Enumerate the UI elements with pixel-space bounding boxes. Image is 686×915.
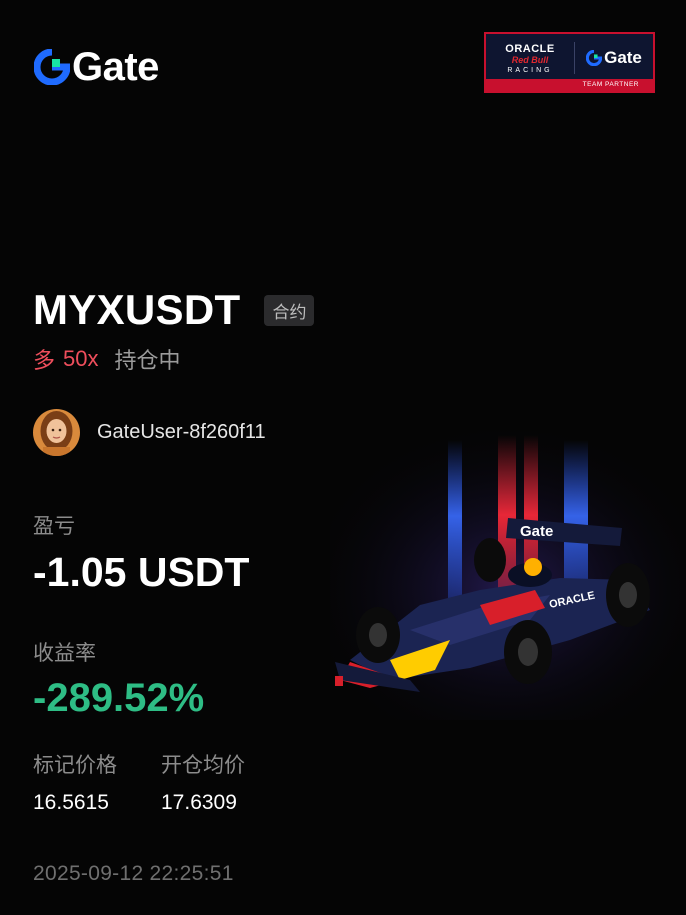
entry-price-label: 开仓均价 — [161, 754, 245, 777]
username: GateUser-8f260f11 — [97, 421, 266, 443]
position-info-row: 多 50x 持仓中 — [33, 343, 181, 375]
redbull-racing-logo: ORACLE Red Bull RACING — [486, 41, 574, 75]
roi-label: 收益率 — [33, 642, 96, 665]
team-partner-strip: TEAM PARTNER — [486, 79, 653, 91]
leverage: 50x — [63, 346, 99, 371]
pnl-label: 盈亏 — [33, 515, 75, 538]
team-partner-badge: ORACLE Red Bull RACING Gate TEAM PARTNER — [484, 32, 655, 93]
gate-logo: Gate — [34, 47, 159, 87]
redbull-text: Red Bull — [511, 54, 549, 65]
entry-price-block: 开仓均价 17.6309 — [161, 749, 245, 815]
gate-small-icon — [586, 49, 603, 66]
brand-name: Gate — [72, 45, 159, 89]
oracle-text: ORACLE — [505, 42, 555, 55]
partner-brand-name: Gate — [604, 47, 642, 67]
svg-text:Gate: Gate — [520, 523, 553, 540]
contract-symbol: MYXUSDT — [33, 286, 241, 333]
avatar-image — [33, 409, 80, 456]
symbol-row: MYXUSDT 合约 — [33, 286, 315, 334]
user-row: GateUser-8f260f11 — [33, 409, 266, 456]
mark-price-value: 16.5615 — [33, 791, 109, 814]
mark-price-block: 标记价格 16.5615 — [33, 749, 117, 815]
gate-logo-icon — [34, 49, 70, 85]
racing-text: RACING — [507, 66, 553, 74]
roi-value: -289.52% — [33, 676, 205, 720]
position-status: 持仓中 — [114, 348, 181, 373]
mark-price-label: 标记价格 — [33, 754, 117, 777]
entry-price-value: 17.6309 — [161, 791, 237, 814]
contract-type-tag: 合约 — [264, 294, 315, 326]
avatar — [33, 409, 80, 456]
race-car-illustration: Gate ORACLE — [330, 430, 686, 720]
position-side: 多 — [33, 348, 56, 373]
timestamp: 2025-09-12 22:25:51 — [33, 862, 234, 885]
partner-gate-logo: Gate — [575, 48, 653, 68]
pnl-value: -1.05 USDT — [33, 549, 250, 595]
